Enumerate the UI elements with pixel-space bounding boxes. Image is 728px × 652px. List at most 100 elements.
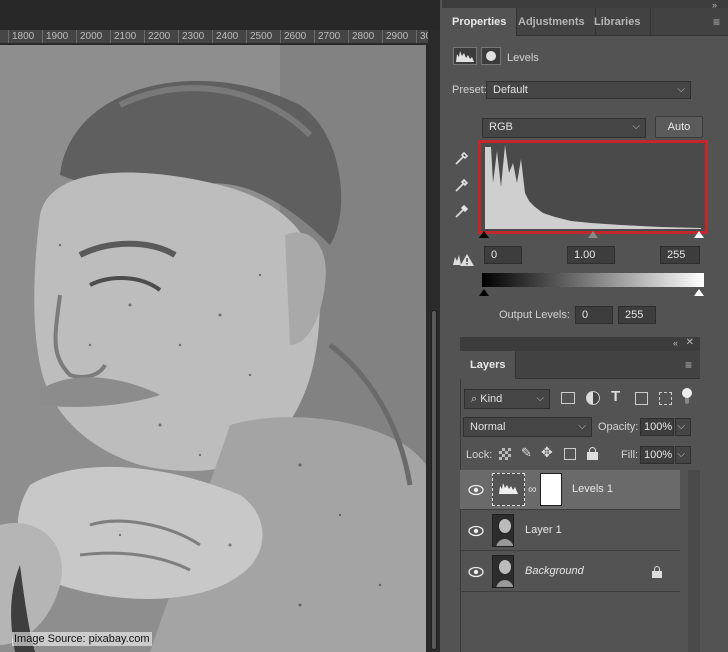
channel-dropdown[interactable]: RGB ⌵ [482, 118, 646, 138]
lock-artboard-icon[interactable] [564, 448, 576, 460]
white-point-eyedropper-icon[interactable] [454, 203, 470, 222]
lock-transparent-pixels-icon[interactable] [499, 448, 511, 460]
opacity-field[interactable]: 100% [640, 418, 674, 436]
layer-mask-thumbnail[interactable] [540, 473, 562, 506]
horizontal-ruler: 1800 1900 2000 2100 2200 2300 2400 2500 … [0, 30, 428, 44]
auto-button[interactable]: Auto [655, 116, 703, 138]
layer-row-background[interactable]: Background [460, 552, 680, 592]
ruler-label: 2100 [114, 31, 137, 42]
layer-row-levels-1[interactable]: ∞ Levels 1 [460, 470, 680, 510]
ruler-label: 2700 [318, 31, 341, 42]
white-input-slider[interactable] [694, 231, 704, 238]
ruler-tick [280, 30, 281, 43]
filter-kind-value: Kind [480, 393, 503, 405]
preset-label: Preset: [452, 84, 487, 96]
layer-filter-dropdown[interactable]: ⌕ Kind ⌵ [464, 389, 550, 409]
mask-icon[interactable] [481, 47, 501, 65]
visibility-eye-icon[interactable] [468, 564, 484, 580]
output-levels-label: Output Levels: [499, 309, 570, 321]
smart-object-filter-icon[interactable] [659, 392, 672, 405]
shape-layer-filter-icon[interactable] [635, 392, 648, 405]
portrait-illustration [0, 45, 426, 652]
layer-thumbnail [492, 555, 514, 588]
channel-value: RGB [489, 121, 513, 133]
chain-link-icon[interactable]: ∞ [528, 482, 537, 496]
histogram [485, 145, 701, 229]
clipping-warning-icon[interactable] [451, 253, 475, 270]
canvas-vertical-scrollbar[interactable] [428, 30, 440, 652]
ruler-label: 300 [420, 31, 428, 42]
panel-menu-icon[interactable]: ≡ [685, 358, 692, 372]
type-layer-filter-icon[interactable]: T [611, 388, 620, 405]
input-gamma-field[interactable]: 1.00 [567, 246, 615, 264]
blend-mode-value: Normal [470, 421, 506, 433]
layers-panel-header: « ✕ [460, 337, 700, 351]
blend-mode-dropdown[interactable]: Normal ⌵ [463, 417, 592, 437]
layers-scrollbar[interactable] [688, 470, 700, 652]
input-black-field[interactable]: 0 [484, 246, 522, 264]
black-point-eyedropper-icon[interactable] [454, 150, 470, 169]
pixel-layer-filter-icon[interactable] [561, 392, 575, 404]
fill-dropdown[interactable]: ⌵ [675, 446, 691, 464]
ruler-tick [212, 30, 213, 43]
adjustment-layer-filter-icon[interactable] [586, 391, 600, 405]
portrait-photo [0, 45, 426, 652]
layer-name[interactable]: Background [525, 565, 584, 577]
chevron-down-icon: ⌵ [677, 421, 685, 432]
ruler-label: 2900 [386, 31, 409, 42]
opacity-label: Opacity: [598, 421, 639, 433]
lock-icon [652, 566, 662, 578]
opacity-dropdown[interactable]: ⌵ [675, 418, 691, 436]
visibility-eye-icon[interactable] [468, 482, 484, 498]
panel-menu-icon[interactable]: ≡ [713, 15, 720, 29]
black-output-slider[interactable] [479, 289, 489, 296]
white-output-slider[interactable] [694, 289, 704, 296]
output-black-field[interactable]: 0 [575, 306, 613, 324]
ruler-tick [416, 30, 417, 43]
levels-adjustment-icon [453, 47, 477, 65]
gamma-input-slider[interactable] [588, 231, 598, 238]
panel-tabbar: Properties Adjustments Libraries ≡ [442, 8, 728, 36]
ruler-label: 2600 [284, 31, 307, 42]
ruler-tick [382, 30, 383, 43]
tab-libraries[interactable]: Libraries [584, 8, 652, 36]
preset-dropdown[interactable]: Default ⌵ [486, 81, 691, 99]
layer-name[interactable]: Layer 1 [525, 524, 562, 536]
right-edge-strip [700, 337, 728, 652]
collapse-icon[interactable]: « [673, 338, 678, 348]
levels-adjustment-icon [492, 473, 525, 506]
tab-adjustments[interactable]: Adjustments [508, 8, 596, 36]
lock-image-pixels-icon[interactable]: ✎ [521, 445, 532, 461]
preset-value: Default [493, 84, 528, 96]
ruler-tick [8, 30, 9, 43]
ruler-tick [144, 30, 145, 43]
layer-name[interactable]: Levels 1 [572, 483, 613, 495]
ruler-tick [110, 30, 111, 43]
histogram-highlight-box [478, 140, 708, 234]
output-gradient-bar [482, 273, 704, 287]
image-source-caption: Image Source: pixabay.com [12, 632, 152, 646]
output-white-field[interactable]: 255 [618, 306, 656, 324]
ruler-label: 1800 [12, 31, 35, 42]
gray-point-eyedropper-icon[interactable] [454, 177, 470, 196]
tab-properties[interactable]: Properties [442, 8, 518, 36]
chevron-down-icon: ⌵ [536, 393, 544, 404]
scrollbar-thumb[interactable] [431, 310, 437, 650]
lock-position-icon[interactable]: ✥ [541, 444, 553, 461]
layer-row-layer-1[interactable]: Layer 1 [460, 511, 680, 551]
tab-layers[interactable]: Layers [460, 351, 517, 379]
lock-all-icon[interactable] [587, 447, 598, 460]
layer-thumbnail [492, 514, 514, 547]
ruler-label: 2000 [80, 31, 103, 42]
adjustment-title: Levels [507, 52, 539, 64]
ruler-label: 1900 [46, 31, 69, 42]
fill-field[interactable]: 100% [640, 446, 674, 464]
ruler-tick [314, 30, 315, 43]
ruler-label: 2500 [250, 31, 273, 42]
black-input-slider[interactable] [479, 231, 489, 238]
close-icon[interactable]: ✕ [686, 337, 694, 348]
input-white-field[interactable]: 255 [660, 246, 700, 264]
ruler-label: 2300 [182, 31, 205, 42]
visibility-eye-icon[interactable] [468, 523, 484, 539]
filter-toggle-switch[interactable] [682, 388, 692, 406]
